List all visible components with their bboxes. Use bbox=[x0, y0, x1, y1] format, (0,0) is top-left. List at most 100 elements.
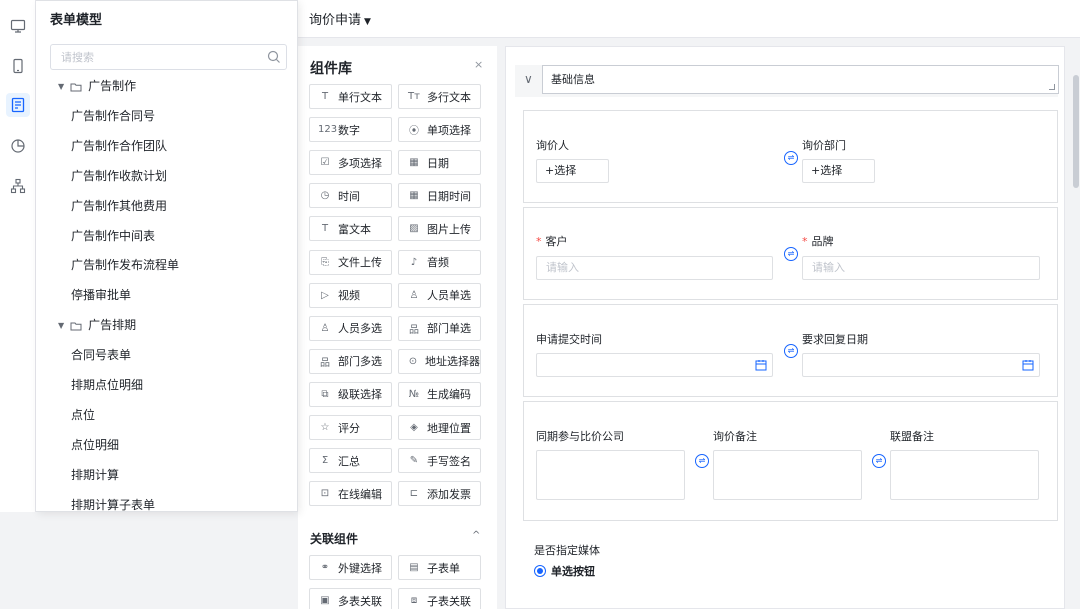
component-button[interactable]: ⚭ 外键选择 bbox=[309, 555, 392, 580]
search-icon[interactable] bbox=[266, 49, 282, 65]
tree-item[interactable]: 停播审批单 bbox=[36, 280, 297, 310]
component-button[interactable]: Σ 汇总 bbox=[309, 448, 392, 474]
folder-icon bbox=[70, 322, 82, 331]
close-icon[interactable]: × bbox=[474, 58, 483, 71]
radio-option[interactable]: 单选按钮 bbox=[534, 563, 595, 579]
chevron-down-icon[interactable]: ∨ bbox=[524, 72, 533, 86]
component-button[interactable]: ⦿ 单项选择 bbox=[398, 117, 481, 143]
resize-handle[interactable] bbox=[1049, 84, 1055, 90]
component-button[interactable]: Tт 多行文本 bbox=[398, 84, 481, 109]
component-button[interactable]: ▷ 视频 bbox=[309, 282, 392, 308]
inquiry-note-textarea[interactable] bbox=[713, 450, 862, 500]
swap-icon[interactable]: ⇌ bbox=[784, 151, 798, 165]
section-title-input[interactable]: 基础信息 bbox=[542, 65, 1059, 94]
app-root: 询价申请 ▼ 组件库 × T 单行文本 Tт 多行文本 123 数字 ⦿ 单项选择 ☑ 多项选择 ▦ 日… bbox=[0, 0, 1080, 609]
tree-item[interactable]: 排期计算 bbox=[36, 460, 297, 490]
component-label: 汇总 bbox=[338, 454, 360, 468]
search-input[interactable] bbox=[51, 45, 251, 69]
tree-item[interactable]: 广告制作收款计划 bbox=[36, 161, 297, 191]
tree-item[interactable]: 合同号表单 bbox=[36, 340, 297, 370]
tree-item[interactable]: 点位 bbox=[36, 400, 297, 430]
component-button[interactable]: ▦ 日期时间 bbox=[398, 183, 481, 209]
component-label: 多表关联 bbox=[338, 594, 382, 608]
form-icon[interactable] bbox=[6, 93, 30, 117]
component-button[interactable]: № 生成编码 bbox=[398, 381, 481, 407]
component-button[interactable]: ◈ 地理位置 bbox=[398, 415, 481, 440]
swap-icon[interactable]: ⇌ bbox=[784, 344, 798, 358]
tree-item[interactable]: 广告制作发布流程单 bbox=[36, 250, 297, 280]
component-button[interactable]: ◷ 时间 bbox=[309, 183, 392, 209]
component-button[interactable]: ♪ 音频 bbox=[398, 249, 481, 275]
caret-down-icon[interactable]: ▼ bbox=[58, 311, 64, 341]
alliance-note-textarea[interactable] bbox=[890, 450, 1039, 500]
tree-group[interactable]: ▼ 广告排期 bbox=[36, 310, 297, 341]
component-button[interactable]: T 单行文本 bbox=[309, 84, 392, 109]
component-icon: ⊏ bbox=[409, 488, 419, 500]
required-mark: * bbox=[536, 235, 542, 248]
swap-icon[interactable]: ⇌ bbox=[872, 454, 886, 468]
component-button[interactable]: ⊙ 地址选择器 bbox=[398, 348, 481, 374]
component-button[interactable]: ⧈ 子表关联 bbox=[398, 588, 481, 609]
tree-item[interactable]: 排期计算子表单 bbox=[36, 490, 297, 511]
caret-down-icon[interactable]: ▼ bbox=[58, 72, 64, 102]
select-inquirer-button[interactable]: +选择 bbox=[536, 159, 609, 183]
component-button[interactable]: ☑ 多项选择 bbox=[309, 150, 392, 176]
form-row-2: * 客户 请输入 ⇌ * 品牌 请输入 bbox=[523, 207, 1058, 300]
component-button[interactable]: ▣ 多表关联 bbox=[309, 588, 392, 609]
component-button[interactable]: ⎘ 文件上传 bbox=[309, 249, 392, 275]
component-label: 地址选择器 bbox=[425, 355, 480, 369]
component-label: 日期 bbox=[427, 156, 449, 170]
component-button[interactable]: ⧉ 级联选择 bbox=[309, 381, 392, 407]
swap-icon[interactable]: ⇌ bbox=[695, 454, 709, 468]
component-button[interactable]: ⊏ 添加发票 bbox=[398, 481, 481, 507]
field-label-companies: 同期参与比价公司 bbox=[536, 430, 624, 443]
component-label: 富文本 bbox=[338, 222, 371, 236]
component-button[interactable]: ▨ 图片上传 bbox=[398, 216, 481, 242]
reply-date-picker[interactable] bbox=[802, 353, 1040, 377]
component-button[interactable]: ▤ 子表单 bbox=[398, 555, 481, 580]
tree-item-label: 排期点位明细 bbox=[71, 378, 144, 392]
component-button[interactable]: 123 数字 bbox=[309, 117, 392, 143]
companies-textarea[interactable] bbox=[536, 450, 685, 500]
brand-input[interactable]: 请输入 bbox=[802, 256, 1040, 280]
desktop-icon[interactable] bbox=[6, 14, 30, 38]
component-label: 评分 bbox=[338, 421, 360, 435]
tree-item[interactable]: 广告制作其他费用 bbox=[36, 191, 297, 221]
mobile-icon[interactable] bbox=[6, 54, 30, 78]
form-row-1: 询价人 +选择 ⇌ 询价部门 +选择 bbox=[523, 110, 1058, 203]
component-button[interactable]: ✎ 手写签名 bbox=[398, 448, 481, 474]
submit-time-picker[interactable] bbox=[536, 353, 773, 377]
tree-item[interactable]: 点位明细 bbox=[36, 430, 297, 460]
chart-icon[interactable] bbox=[6, 134, 30, 158]
component-library: 组件库 × T 单行文本 Tт 多行文本 123 数字 ⦿ 单项选择 ☑ 多项选择 ▦ 日期 ◷ 时间 ▦ 日… bbox=[298, 46, 497, 609]
org-icon[interactable] bbox=[6, 174, 30, 198]
component-icon: ⦿ bbox=[409, 126, 419, 138]
tree-item[interactable]: 广告制作合作团队 bbox=[36, 131, 297, 161]
component-label: 数字 bbox=[338, 123, 360, 137]
component-button[interactable]: ▦ 日期 bbox=[398, 150, 481, 176]
form-title-dropdown[interactable]: 询价申请 ▼ bbox=[309, 9, 371, 28]
component-button[interactable]: ⊡ 在线编辑 bbox=[309, 481, 392, 507]
tree-item[interactable]: 广告制作合同号 bbox=[36, 101, 297, 131]
component-icon: ▣ bbox=[320, 595, 330, 606]
component-button[interactable]: ☆ 评分 bbox=[309, 415, 392, 440]
chevron-up-icon[interactable]: ^ bbox=[472, 530, 480, 541]
swap-icon[interactable]: ⇌ bbox=[784, 247, 798, 261]
tree-item[interactable]: 广告制作中间表 bbox=[36, 221, 297, 251]
tree-item-label: 广告制作收款计划 bbox=[71, 168, 168, 183]
component-label: 单项选择 bbox=[427, 123, 471, 137]
component-icon: ⊙ bbox=[408, 355, 418, 367]
component-button[interactable]: T 富文本 bbox=[309, 216, 392, 242]
tree-item[interactable]: 排期点位明细 bbox=[36, 370, 297, 400]
field-label-department: 询价部门 bbox=[802, 139, 846, 152]
tree-item-label: 广告排期 bbox=[88, 318, 137, 333]
select-department-button[interactable]: +选择 bbox=[802, 159, 875, 183]
component-button[interactable]: ♙ 人员多选 bbox=[309, 315, 392, 341]
tree-group[interactable]: ▼ 广告制作 bbox=[36, 71, 297, 102]
field-label-reply-date: 要求回复日期 bbox=[802, 333, 868, 346]
component-button[interactable]: 品部门单选 bbox=[398, 315, 481, 341]
component-button[interactable]: 品部门多选 bbox=[309, 348, 392, 374]
customer-input[interactable]: 请输入 bbox=[536, 256, 773, 280]
canvas-scrollbar[interactable] bbox=[1073, 75, 1079, 188]
component-button[interactable]: ♙ 人员单选 bbox=[398, 282, 481, 308]
